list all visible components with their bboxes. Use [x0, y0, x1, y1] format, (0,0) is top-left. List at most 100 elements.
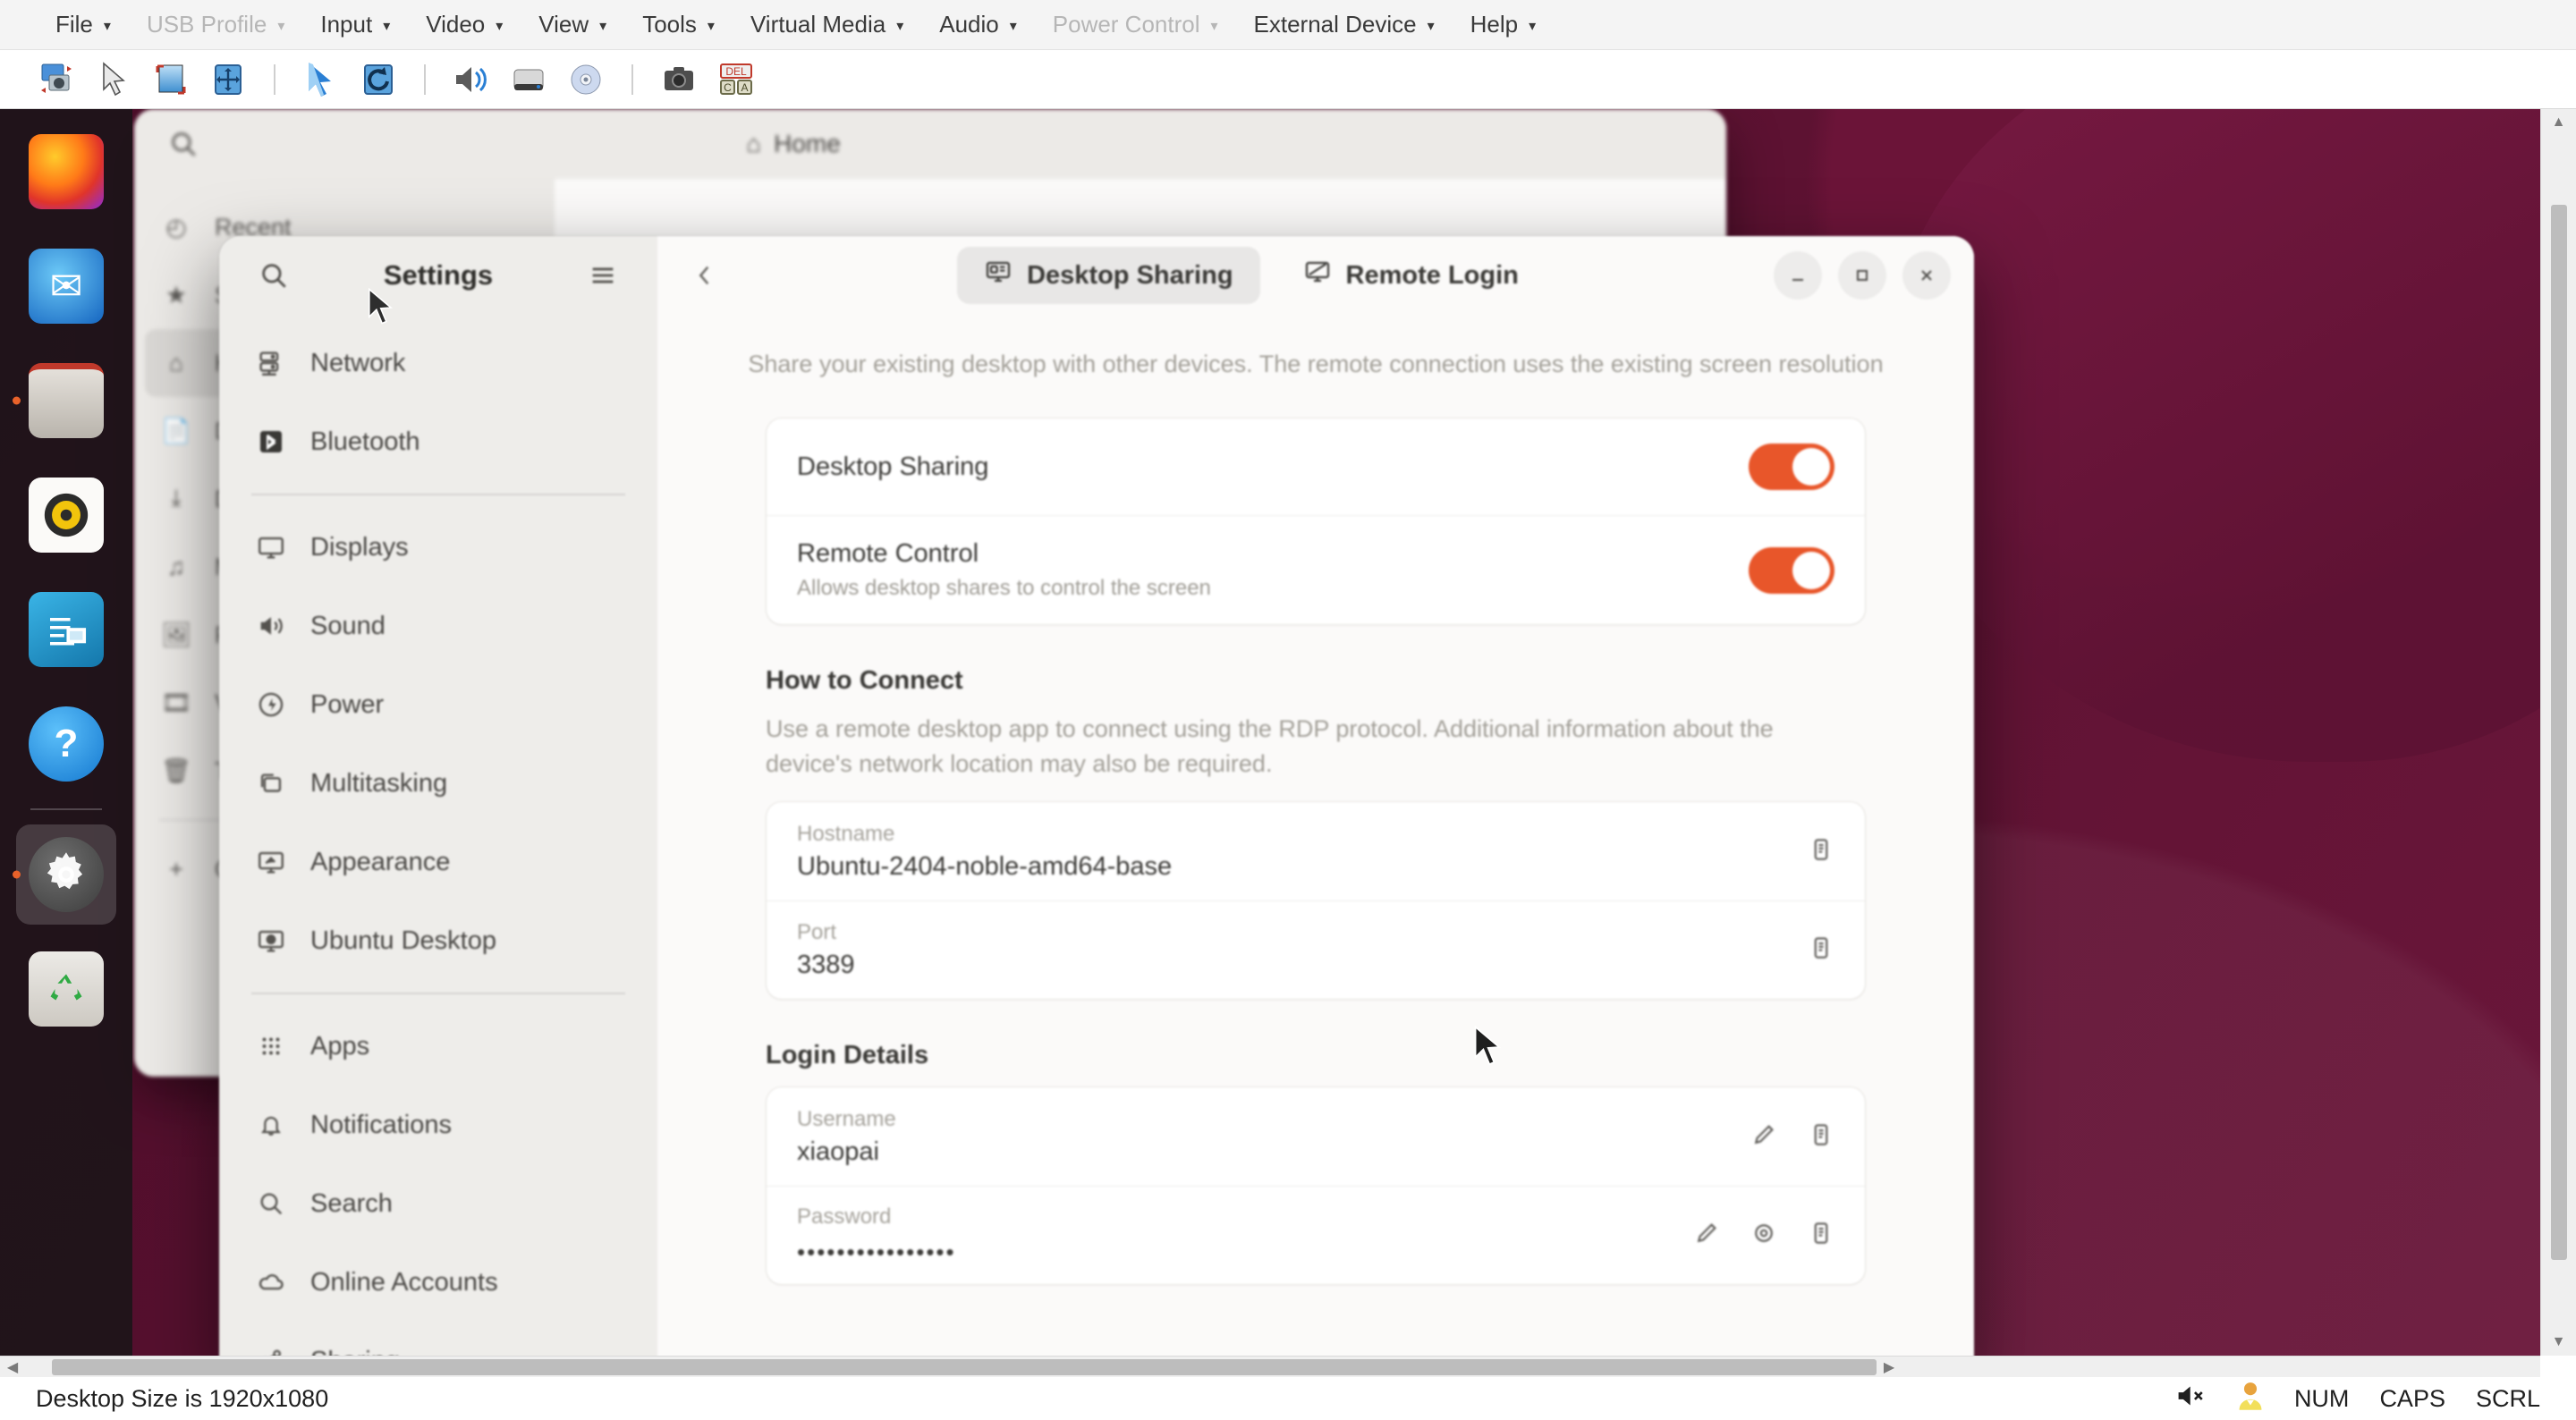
mouse-pointer-icon[interactable]: [301, 59, 342, 100]
resize-screen-icon[interactable]: [150, 59, 191, 100]
hamburger-menu-icon[interactable]: [579, 251, 627, 300]
dock-item-help[interactable]: ?: [16, 694, 116, 794]
mute-speaker-icon[interactable]: [2176, 1382, 2207, 1416]
scroll-lock-indicator: SCRL: [2475, 1384, 2540, 1412]
scrollbar-thumb[interactable]: [2550, 205, 2567, 1260]
menu-virtual-media[interactable]: Virtual Media ▾: [733, 7, 921, 42]
window-controls: [1774, 251, 1951, 300]
search-icon[interactable]: [250, 251, 298, 300]
menu-view[interactable]: View ▾: [521, 7, 624, 42]
sidebar-item-sharing[interactable]: Sharing: [233, 1322, 643, 1356]
chevron-left-icon[interactable]: ◀: [0, 1358, 25, 1376]
login-details-heading: Login Details: [766, 1041, 929, 1070]
desktop-sharing-panel: Share your existing desktop with other d…: [657, 315, 1974, 1356]
chevron-up-icon[interactable]: ▲: [2552, 114, 2566, 131]
menu-file[interactable]: File ▾: [38, 7, 129, 42]
sidebar-item-apps[interactable]: Apps: [233, 1007, 643, 1086]
sidebar-item-network[interactable]: Network: [233, 324, 643, 402]
refresh-screen-icon[interactable]: [358, 59, 399, 100]
dock-separator: [30, 808, 102, 810]
tab-label: Remote Login: [1345, 260, 1519, 290]
video-settings-icon[interactable]: [36, 59, 77, 100]
search-icon[interactable]: [159, 120, 208, 168]
menu-power-control-label: Power Control: [1052, 11, 1200, 38]
copy-icon[interactable]: [1808, 934, 1835, 966]
menu-external-device[interactable]: External Device ▾: [1236, 7, 1453, 42]
dock-item-thunderbird[interactable]: ✉: [16, 236, 116, 336]
dock-item-trash[interactable]: [16, 939, 116, 1039]
eye-icon[interactable]: [1750, 1220, 1777, 1251]
sidebar-item-appearance[interactable]: Appearance: [233, 823, 643, 901]
row-remote-control: Remote Control Allows desktop shares to …: [767, 515, 1865, 624]
chevron-down-icon[interactable]: ▼: [2552, 1334, 2566, 1350]
svg-text:A: A: [741, 81, 748, 94]
statusbar-indicators: NUM CAPS SCRL: [2176, 1381, 2540, 1417]
screenshot-camera-icon[interactable]: [658, 59, 699, 100]
dock-item-settings[interactable]: [16, 824, 116, 925]
sidebar-item-label: Apps: [310, 1031, 370, 1061]
desktop-sharing-toggle[interactable]: [1749, 444, 1835, 491]
settings-window[interactable]: Settings Network Bluetooth Displays Soun…: [219, 236, 1974, 1356]
ctrl-alt-del-icon[interactable]: DEL C A: [716, 59, 757, 100]
sidebar-item-label: Appearance: [310, 847, 451, 876]
chevron-down-icon: ▾: [1529, 18, 1537, 34]
how-to-connect-heading: How to Connect: [766, 666, 963, 696]
user-avatar-icon[interactable]: [2237, 1381, 2264, 1417]
tab-remote-login[interactable]: Remote Login: [1276, 247, 1546, 304]
menu-video[interactable]: Video ▾: [408, 7, 521, 42]
maximize-button[interactable]: [1838, 251, 1886, 300]
viewport-vertical-scrollbar[interactable]: ▲ ▼: [2540, 109, 2576, 1356]
edit-icon[interactable]: [1750, 1121, 1777, 1153]
menu-usb-profile[interactable]: USB Profile ▾: [129, 7, 302, 42]
copy-icon[interactable]: [1808, 1121, 1835, 1153]
tab-desktop-sharing[interactable]: Desktop Sharing: [957, 247, 1260, 304]
trash-icon: [29, 951, 104, 1027]
sidebar-item-power[interactable]: Power: [233, 665, 643, 744]
sidebar-item-notifications[interactable]: Notifications: [233, 1086, 643, 1164]
dock-item-files[interactable]: [16, 351, 116, 451]
remote-control-toggle[interactable]: [1749, 546, 1835, 594]
sidebar-item-search[interactable]: Search: [233, 1164, 643, 1243]
sidebar-item-online-accounts[interactable]: Online Accounts: [233, 1243, 643, 1322]
dock-item-rhythmbox[interactable]: [16, 465, 116, 565]
audio-icon[interactable]: [451, 59, 492, 100]
kvm-remote-console: File ▾ USB Profile ▾ Input ▾ Video ▾ Vie…: [0, 0, 2576, 1420]
remote-desktop-viewport[interactable]: ⌂ Home ◴ Recent ★ Starred ⌂ Home: [0, 109, 2540, 1356]
fit-to-screen-icon[interactable]: [208, 59, 249, 100]
field-value: Ubuntu-2404-noble-amd64-base: [797, 851, 1173, 881]
close-button[interactable]: [1902, 251, 1951, 300]
remote-login-icon: [1303, 258, 1332, 293]
copy-icon[interactable]: [1808, 1220, 1835, 1251]
settings-tabs: Desktop Sharing Remote Login: [741, 247, 1761, 304]
viewport-horizontal-scrollbar[interactable]: ◀ ▶: [0, 1356, 2540, 1377]
dock-item-firefox[interactable]: [16, 122, 116, 222]
menu-input[interactable]: Input ▾: [302, 7, 408, 42]
virtual-disc-icon[interactable]: [565, 59, 606, 100]
chevron-down-icon: ▾: [277, 18, 285, 34]
sidebar-item-ubuntu-desktop[interactable]: Ubuntu Desktop: [233, 901, 643, 980]
chevron-right-icon[interactable]: ▶: [1877, 1358, 1902, 1376]
sidebar-item-multitasking[interactable]: Multitasking: [233, 744, 643, 823]
sidebar-item-label: Search: [310, 1188, 393, 1218]
virtual-drive-icon[interactable]: [508, 59, 549, 100]
menu-tools[interactable]: Tools ▾: [624, 7, 733, 42]
sidebar-item-bluetooth[interactable]: Bluetooth: [233, 402, 643, 481]
music-icon: ♫: [166, 553, 186, 580]
cursor-arrow-icon[interactable]: [93, 59, 134, 100]
menu-power-control[interactable]: Power Control ▾: [1035, 7, 1236, 42]
firefox-icon: [29, 134, 104, 209]
sidebar-item-label: Bluetooth: [310, 427, 420, 456]
menu-audio[interactable]: Audio ▾: [921, 7, 1035, 42]
sidebar-item-sound[interactable]: Sound: [233, 587, 643, 665]
sidebar-item-displays[interactable]: Displays: [233, 508, 643, 587]
dock-item-libreoffice-writer[interactable]: [16, 579, 116, 680]
scrollbar-thumb[interactable]: [52, 1358, 1877, 1375]
login-details-card: Username xiaopai Password ••••••••••••••…: [766, 1086, 1866, 1286]
copy-icon[interactable]: [1808, 836, 1835, 867]
minimize-button[interactable]: [1774, 251, 1822, 300]
how-to-connect-description: Use a remote desktop app to connect usin…: [766, 715, 1774, 778]
breadcrumb[interactable]: ⌂ Home: [746, 130, 841, 158]
back-chevron-icon[interactable]: [681, 251, 729, 300]
edit-icon[interactable]: [1693, 1220, 1720, 1251]
menu-help[interactable]: Help ▾: [1453, 7, 1555, 42]
